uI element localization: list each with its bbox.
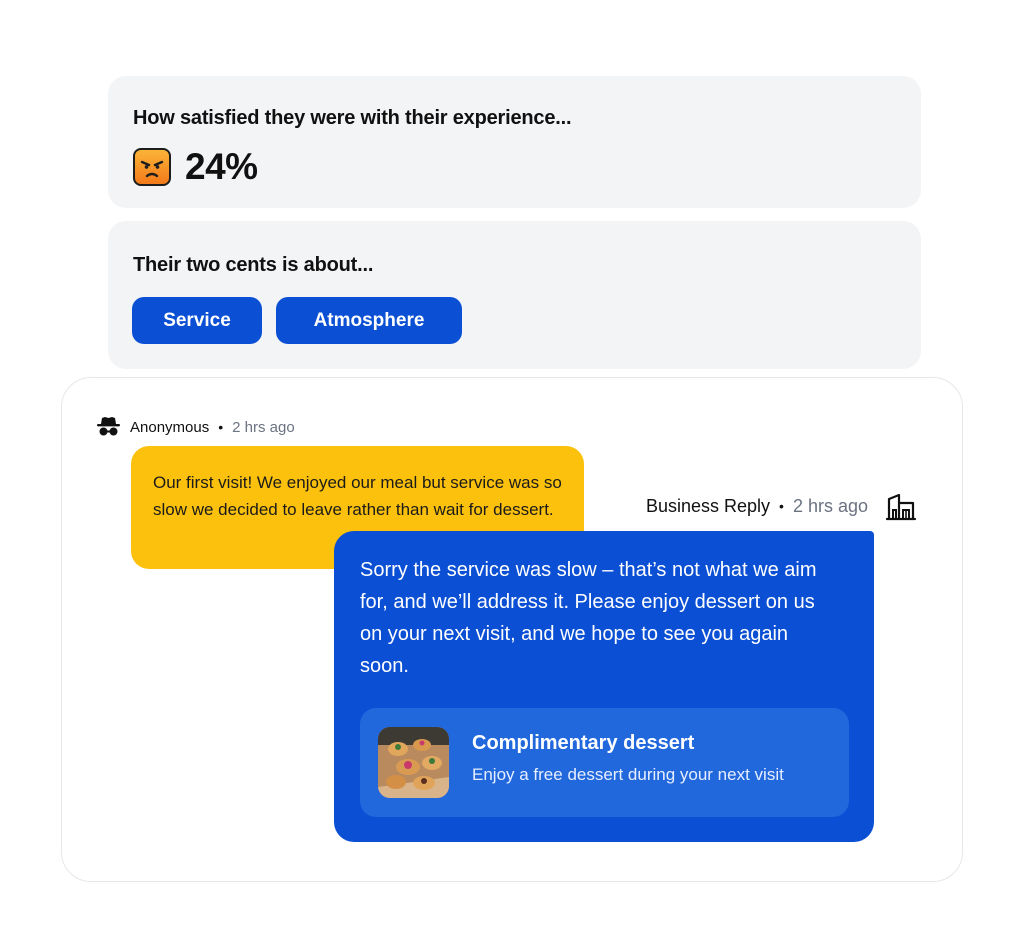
storefront-icon: [885, 491, 917, 521]
reply-separator: •: [779, 498, 784, 514]
chip-service[interactable]: Service: [132, 297, 262, 344]
reply-author: Business Reply: [645, 495, 771, 516]
review-author: Anonymous: [130, 418, 210, 436]
topics-card: Their two cents is about... Service Atmo…: [108, 221, 921, 369]
topics-title: Their two cents is about...: [133, 254, 374, 276]
reply-time: 2 hrs ago: [792, 495, 868, 516]
review-thread-card: Anonymous • 2 hrs ago Our first visit! W…: [61, 377, 963, 882]
offer-subtitle: Enjoy a free dessert during your next vi…: [472, 765, 784, 784]
reply-meta: Business Reply • 2 hrs ago: [646, 491, 917, 521]
offer-title: Complimentary dessert: [472, 732, 695, 754]
page: How satisfied they were with their exper…: [0, 0, 1024, 946]
satisfaction-title: How satisfied they were with their exper…: [133, 107, 572, 129]
review-meta: Anonymous • 2 hrs ago: [96, 415, 295, 439]
offer-card[interactable]: Complimentary dessert Enjoy a free desse…: [360, 708, 849, 817]
chip-atmosphere[interactable]: Atmosphere: [276, 297, 462, 344]
dessert-image: [378, 727, 449, 798]
reply-text: Sorry the service was slow – that’s not …: [360, 559, 817, 677]
satisfaction-card: How satisfied they were with their exper…: [108, 76, 921, 208]
review-time: 2 hrs ago: [232, 418, 295, 436]
angry-face-icon: [133, 148, 171, 186]
review-separator: •: [218, 419, 224, 435]
topic-chips: Service Atmosphere: [132, 297, 462, 344]
review-text: Our first visit! We enjoyed our meal but…: [153, 473, 562, 519]
satisfaction-score: 24%: [185, 146, 258, 187]
reply-message: Sorry the service was slow – that’s not …: [334, 531, 874, 842]
incognito-icon: [96, 415, 121, 439]
satisfaction-score-row: 24%: [133, 146, 258, 188]
